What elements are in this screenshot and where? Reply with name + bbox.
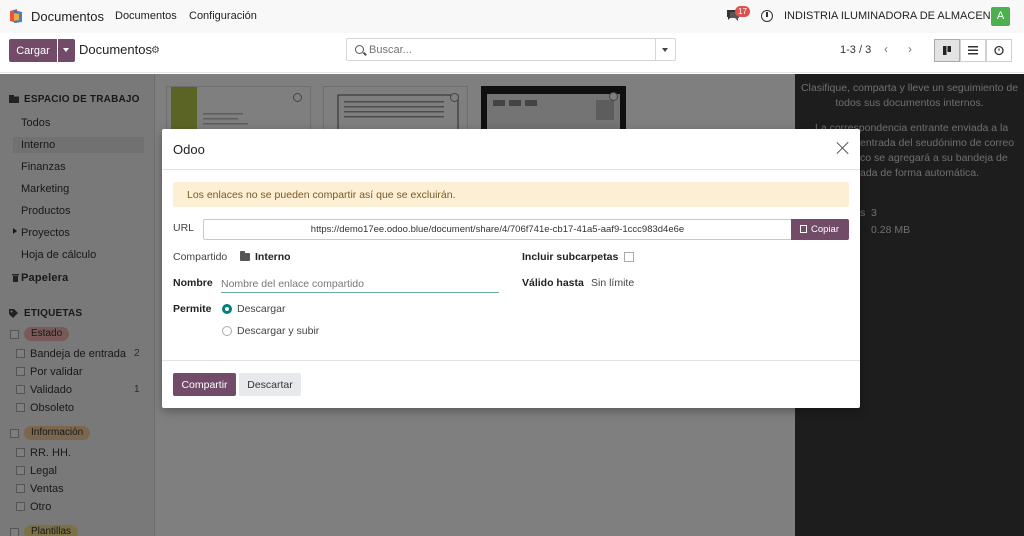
shared-value: Interno	[255, 251, 291, 263]
close-icon[interactable]	[836, 141, 849, 154]
share-url-field[interactable]: https://demo17ee.odoo.blue/document/shar…	[203, 219, 792, 240]
menu-configuracion[interactable]: Configuración	[189, 10, 257, 22]
valid-until-value[interactable]: Sin límite	[591, 277, 634, 289]
clock-icon[interactable]	[761, 10, 773, 22]
company-switcher[interactable]: INDISTRIA ILUMINADORA DE ALMACENES	[784, 10, 1005, 22]
upload-button[interactable]: Cargar	[9, 39, 57, 62]
header-divider	[162, 169, 860, 170]
chevron-right-icon[interactable]: ›	[908, 42, 912, 56]
menu-documentos[interactable]: Documentos	[115, 10, 177, 22]
search-icon	[355, 45, 364, 54]
radio-download[interactable]	[222, 304, 232, 314]
dialog-title: Odoo	[173, 142, 205, 157]
url-label: URL	[173, 222, 195, 234]
gear-icon[interactable]: ⚙	[151, 45, 160, 56]
upload-dropdown-toggle[interactable]	[58, 39, 75, 62]
kanban-view-button[interactable]	[934, 39, 960, 62]
warning-alert: Los enlaces no se pueden compartir así q…	[173, 182, 849, 207]
copy-icon	[800, 225, 807, 233]
shared-label: Compartido	[173, 251, 228, 263]
include-subfolders-label: Incluir subcarpetas	[522, 251, 619, 263]
radio-download-upload-label[interactable]: Descargar y subir	[237, 325, 319, 337]
permit-label: Permite	[173, 303, 212, 315]
breadcrumb: Documentos	[79, 42, 152, 57]
documents-app-icon[interactable]	[8, 8, 24, 24]
search-input[interactable]	[369, 42, 649, 57]
user-avatar[interactable]: A	[991, 7, 1010, 26]
valid-until-label: Válido hasta	[522, 277, 584, 289]
share-dialog: Odoo Los enlaces no se pueden compartir …	[162, 129, 860, 408]
search-bar[interactable]	[346, 38, 676, 61]
copy-label: Copiar	[811, 224, 839, 235]
app-name[interactable]: Documentos	[31, 9, 104, 24]
name-label: Nombre	[173, 277, 213, 289]
clock-icon	[994, 45, 1004, 56]
activity-view-button[interactable]	[986, 39, 1012, 62]
radio-download-upload[interactable]	[222, 326, 232, 336]
search-options-toggle[interactable]	[655, 39, 675, 60]
list-icon	[968, 46, 978, 55]
footer-divider	[162, 360, 860, 361]
discard-button[interactable]: Descartar	[239, 373, 301, 396]
share-name-input[interactable]	[221, 276, 499, 293]
copy-button[interactable]: Copiar	[791, 219, 849, 240]
chat-badge: 17	[735, 6, 750, 17]
chevron-left-icon[interactable]: ‹	[884, 42, 888, 56]
radio-download-label[interactable]: Descargar	[237, 303, 285, 315]
share-button[interactable]: Compartir	[173, 373, 236, 396]
kanban-icon	[943, 46, 951, 55]
control-panel: Cargar Documentos ⚙ 1-3 / 3 ‹ ›	[0, 33, 1024, 73]
pager-value[interactable]: 1-3 / 3	[840, 44, 871, 56]
folder-icon	[240, 251, 250, 261]
include-subfolders-checkbox[interactable]	[624, 252, 634, 262]
top-navbar: Documentos Documentos Configuración 17 I…	[0, 0, 1024, 33]
list-view-button[interactable]	[960, 39, 986, 62]
